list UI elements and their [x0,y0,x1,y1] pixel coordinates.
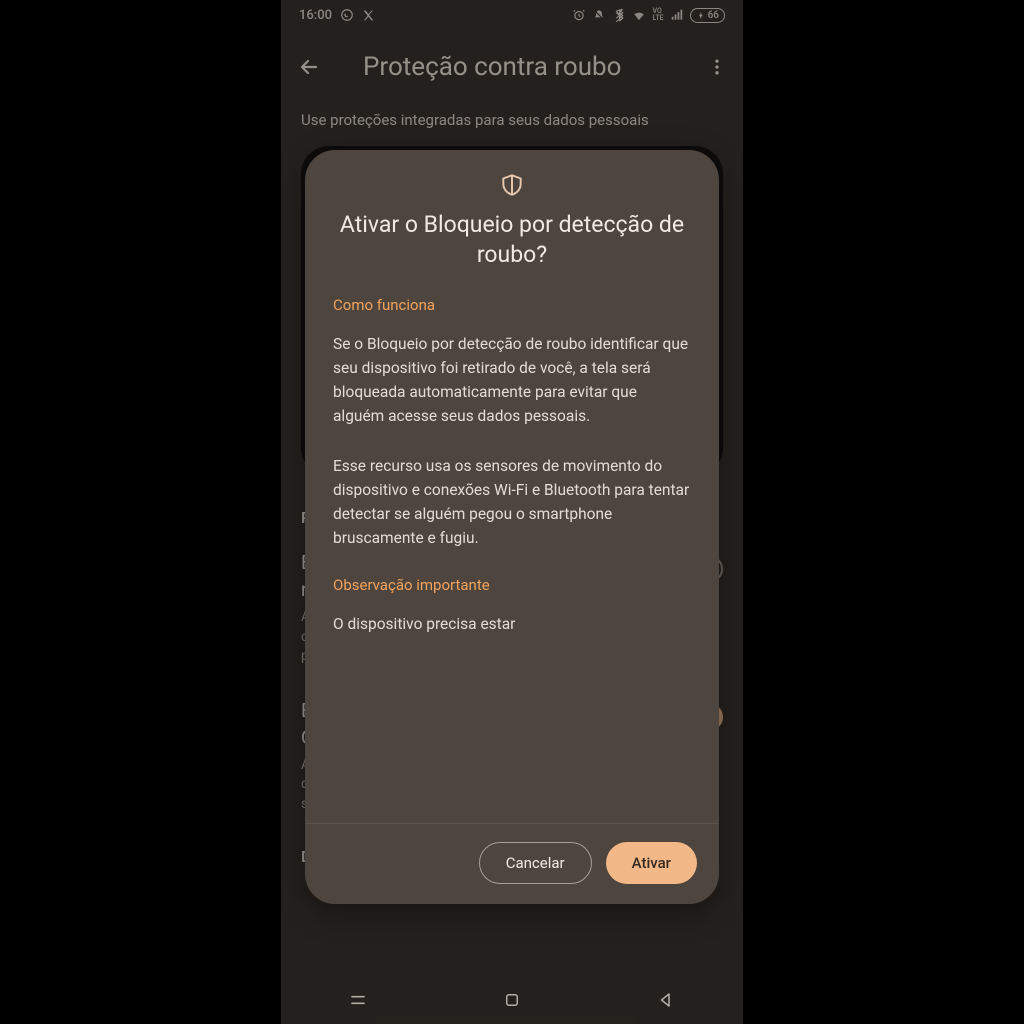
phone-frame: 16:00 VOLTE [281,0,743,1024]
confirmation-dialog: Ativar o Bloqueio por detecção de roubo?… [305,150,719,904]
dialog-paragraph: Esse recurso usa os sensores de moviment… [333,454,691,550]
nav-home-icon[interactable] [501,989,523,1011]
dialog-paragraph: O dispositivo precisa estar [333,612,691,636]
cancel-button[interactable]: Cancelar [479,842,592,884]
dialog-paragraph: Se o Bloqueio por detecção de roubo iden… [333,332,691,428]
dialog-title: Ativar o Bloqueio por detecção de roubo? [333,210,691,270]
system-nav-bar [281,976,743,1024]
dialog-how-heading: Como funciona [333,296,691,314]
dialog-actions: Cancelar Ativar [305,823,719,904]
dialog-note-heading: Observação importante [333,576,691,594]
shield-icon [333,172,691,198]
nav-recents-icon[interactable] [347,989,369,1011]
activate-button[interactable]: Ativar [606,842,697,884]
dialog-body: Ativar o Bloqueio por detecção de roubo?… [305,150,719,823]
nav-back-icon[interactable] [655,989,677,1011]
